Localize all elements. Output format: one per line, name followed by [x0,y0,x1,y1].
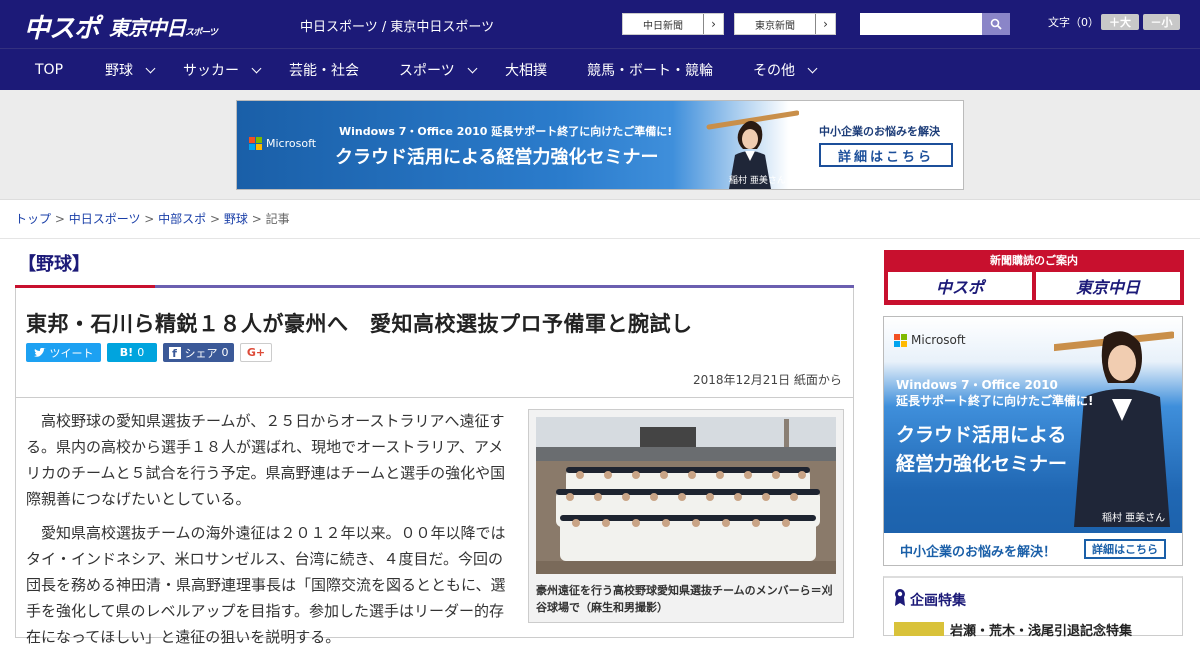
banner-person-name: 稲村 亜美さん [729,176,786,186]
chevron-right-icon: › [815,14,835,34]
ad-line2: クラウド活用による 経営力強化セミナー [896,424,1068,475]
search-button[interactable] [982,13,1010,35]
font-bigger-button[interactable]: ＋大 [1101,14,1139,30]
sub-logo-chuspo[interactable]: 中スポ [888,272,1032,300]
chevron-down-icon [145,63,156,73]
breadcrumb-top[interactable]: トップ [15,212,51,226]
search-input[interactable] [860,13,982,35]
nav-racing[interactable]: 競馬・ボート・競輪 [587,49,713,91]
microsoft-logo: Microsoft [894,333,966,347]
main-nav: TOP 野球 サッカー 芸能・社会 スポーツ 大相撲 競馬・ボート・競輪 その他 [0,48,1200,90]
facebook-share-button[interactable]: f シェア 0 [163,343,234,362]
banner-right-text: 中小企業のお悩みを解決 [819,125,940,138]
article-paragraph: 愛知県高校選抜チームの海外遠征は２０１２年以来。００年以降ではタイ・インドネシア… [26,524,506,646]
nav-soccer[interactable]: サッカー [183,49,262,91]
google-plus-icon: G+ [246,346,266,359]
ribbon-icon [895,589,905,606]
ad-line1: Windows 7・Office 2010 延長サポート終了に向けたご準備に! [896,378,1094,408]
article-photo-box: 豪州遠征を行う高校野球愛知県選抜チームのメンバーら＝刈谷球場で（麻生和男撮影） [528,409,844,623]
hatena-bookmark-button[interactable]: B! 0 [107,343,157,362]
chevron-right-icon: › [703,14,723,34]
article-headline: 東邦・石川ら精鋭１８人が豪州へ 愛知高校選抜プロ予備軍と腕試し [26,312,693,336]
font-size-label: 文字（0） [1048,16,1099,29]
windows-icon [894,333,907,347]
breadcrumb-chunichi[interactable]: 中日スポーツ [69,212,141,226]
photo-caption: 豪州遠征を行う高校野球愛知県選抜チームのメンバーら＝刈谷球場で（麻生和男撮影） [536,584,833,614]
nav-top[interactable]: TOP [35,49,63,91]
feature-section: 企画特集 岩瀬・荒木・浅尾引退記念特集 [883,576,1183,639]
divider [0,238,1200,239]
site-logo[interactable]: 中スポ 東京中日スポーツ [24,8,218,45]
microsoft-logo: Microsoft [249,137,316,150]
tokyo-shimbun-link[interactable]: 東京新聞 › [734,13,836,35]
category-label: 【野球】 [18,254,90,275]
article-date: 2018年12月21日 紙面から [693,373,842,387]
site-links[interactable]: 中日スポーツ / 東京中日スポーツ [300,16,494,35]
feature-title: 企画特集 [910,593,966,609]
top-banner-ad[interactable]: Microsoft Windows 7・Office 2010 延長サポート終了… [236,100,964,190]
windows-icon [249,137,262,150]
chunichi-shimbun-link[interactable]: 中日新聞 › [622,13,724,35]
ad-person-name: 稲村 亜美さん [1102,513,1166,524]
twitter-icon [33,347,46,357]
feature-thumbnail[interactable] [894,622,944,636]
chevron-down-icon [807,63,818,73]
team-photo[interactable] [536,417,836,574]
ad-bottom-text: 中小企業のお悩みを解決！ [900,545,1057,560]
banner-line1: Windows 7・Office 2010 延長サポート終了に向けたご準備に! [339,125,673,138]
sub-logo-tokyo-chunichi[interactable]: 東京中日 [1036,272,1180,300]
facebook-icon: f [168,346,181,360]
search-icon [990,18,1002,30]
subscription-title: 新聞購読のご案内 [990,254,1078,267]
breadcrumb-baseball[interactable]: 野球 [224,212,248,226]
nav-baseball[interactable]: 野球 [105,49,156,91]
nav-entertainment[interactable]: 芸能・社会 [289,49,359,91]
ad-bottom-bar: 中小企業のお悩みを解決！ 詳細はこちら [884,533,1182,565]
banner-line2: クラウド活用による経営力強化セミナー [335,147,659,168]
nav-sports[interactable]: スポーツ [399,49,478,91]
chevron-down-icon [467,63,478,73]
sidebar-banner-ad[interactable]: Microsoft Windows 7・Office 2010 延長サポート終了に… [883,316,1183,566]
header-bar: 中スポ 東京中日スポーツ 中日スポーツ / 東京中日スポーツ 中日新聞 › 東京… [0,0,1200,48]
subscription-box[interactable]: 新聞購読のご案内 中スポ 東京中日 [884,250,1184,305]
hatena-icon: B! [119,346,134,359]
font-smaller-button[interactable]: －小 [1143,14,1180,30]
logo-chuspo[interactable]: 中スポ [24,8,100,45]
logo-tokyo-chunichi[interactable]: 東京中日スポーツ [109,12,218,41]
chevron-down-icon [251,63,262,73]
top-ad-area: Microsoft Windows 7・Office 2010 延長サポート終了… [0,90,1200,200]
breadcrumb-chubu[interactable]: 中部スポ [158,212,206,226]
ad-details-button[interactable]: 詳細はこちら [1084,539,1166,559]
nav-other[interactable]: その他 [753,49,818,91]
breadcrumb-current: 記事 [265,212,290,226]
google-plus-button[interactable]: G+ [240,343,272,362]
nav-sumo[interactable]: 大相撲 [505,49,547,91]
banner-details-button[interactable]: 詳細はこちら [819,143,953,167]
article-paragraph: 高校野球の愛知県選抜チームが、２５日からオーストラリアへ遠征する。県内の高校から… [26,412,506,508]
ad-model-image [1054,331,1174,527]
breadcrumb: トップ > 中日スポーツ > 中部スポ > 野球 > 記事 [15,212,290,226]
tweet-button[interactable]: ツイート [26,343,101,362]
